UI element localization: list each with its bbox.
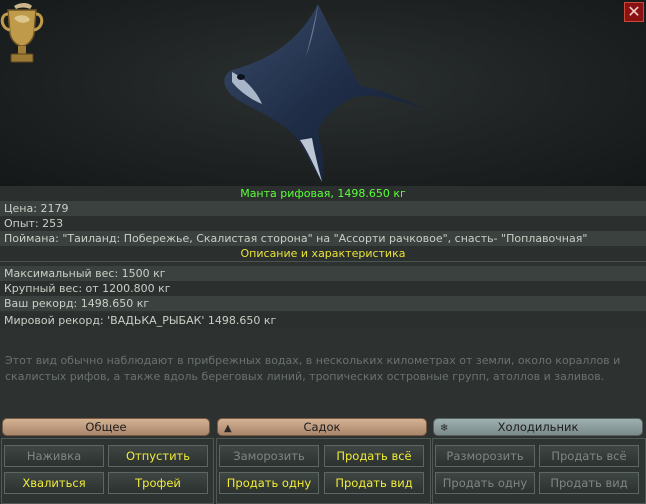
sell-kind-button[interactable]: Продать вид [324, 472, 424, 494]
fish-description: Этот вид обычно наблюдают в прибрежных в… [5, 354, 621, 383]
section-title: Описание и характеристика [0, 246, 646, 261]
close-button[interactable]: ✕ [624, 2, 644, 22]
fish-experience: Опыт: 253 [0, 216, 646, 231]
max-weight: Максимальный вес: 1500 кг [0, 266, 646, 281]
sell-all-button[interactable]: Продать всё [324, 445, 424, 467]
world-record: Мировой рекорд: 'ВАДЬКА_РЫБАК' 1498.650 … [0, 313, 646, 328]
tab-keepnet-label: Садок [303, 420, 341, 434]
sell-one-button[interactable]: Продать одну [219, 472, 319, 494]
close-icon: ✕ [627, 2, 641, 21]
general-panel: Наживка Отпустить Хвалиться Трофей [1, 438, 214, 504]
large-weight: Крупный вес: от 1200.800 кг [0, 281, 646, 296]
fish-caught: Поймана: "Таиланд: Побережье, Скалистая … [0, 231, 646, 246]
tab-fridge-label: Холодильник [497, 420, 579, 434]
fridge-panel: Разморозить Продать всё Продать одну Про… [432, 438, 646, 504]
fish-info: Манта рифовая, 1498.650 кг Цена: 2179 Оп… [0, 186, 646, 328]
keepnet-panel: Заморозить Продать всё Продать одну Прод… [216, 438, 431, 504]
release-button[interactable]: Отпустить [108, 445, 208, 467]
defrost-button[interactable]: Разморозить [435, 445, 535, 467]
trophy-icon [0, 3, 44, 63]
fish-price: Цена: 2179 [0, 201, 646, 216]
fridge-sell-one-button[interactable]: Продать одну [435, 472, 535, 494]
bait-button[interactable]: Наживка [4, 445, 104, 467]
fish-title: Манта рифовая, 1498.650 кг [0, 186, 646, 201]
tab-general[interactable]: Общее [2, 418, 210, 436]
fridge-sell-kind-button[interactable]: Продать вид [539, 472, 639, 494]
tab-fridge[interactable]: ❄ Холодильник [433, 418, 643, 436]
divider [0, 261, 646, 262]
your-record: Ваш рекорд: 1498.650 кг [0, 296, 646, 311]
freeze-button[interactable]: Заморозить [219, 445, 319, 467]
fridge-sell-all-button[interactable]: Продать всё [539, 445, 639, 467]
tab-keepnet[interactable]: ▲ Садок [217, 418, 427, 436]
trophy-button[interactable]: Трофей [108, 472, 208, 494]
tab-general-label: Общее [85, 420, 127, 434]
snowflake-icon: ❄ [440, 423, 449, 434]
brag-button[interactable]: Хвалиться [4, 472, 104, 494]
manta-ray-image [224, 4, 428, 182]
fish-photo: ✕ [0, 0, 646, 187]
keepnet-icon: ▲ [224, 423, 232, 434]
